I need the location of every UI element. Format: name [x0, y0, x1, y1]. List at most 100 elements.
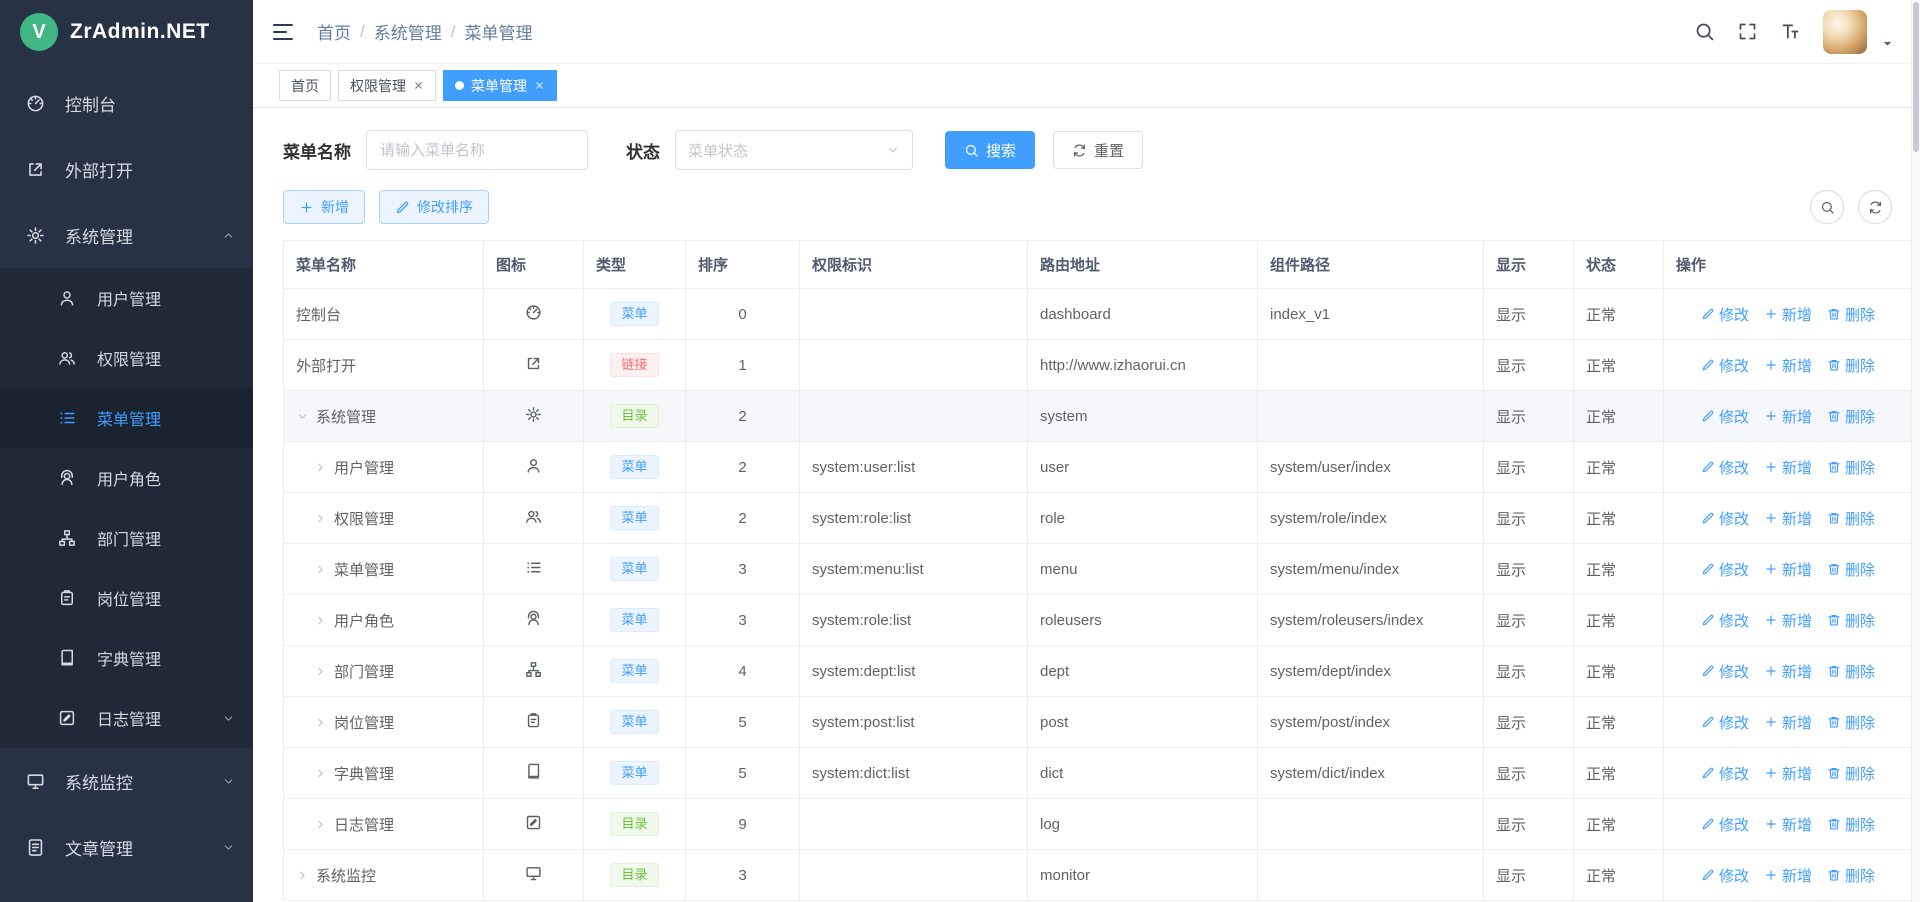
table-row[interactable]: 系统管理目录2system显示正常修改新增删除 [284, 391, 1913, 442]
sidebar-item[interactable]: 外部打开 [0, 136, 253, 202]
plus-icon [1764, 562, 1778, 576]
breadcrumb-item[interactable]: 系统管理 [374, 19, 442, 44]
sidebar-item[interactable]: 部门管理 [0, 508, 253, 568]
chevron-right-icon[interactable] [314, 818, 327, 831]
menu-name: 用户管理 [334, 460, 394, 477]
delete-link[interactable]: 删除 [1827, 661, 1875, 682]
delete-link[interactable]: 删除 [1827, 508, 1875, 529]
edit-link[interactable]: 修改 [1701, 508, 1749, 529]
edit-link[interactable]: 修改 [1701, 865, 1749, 886]
add-link[interactable]: 新增 [1764, 457, 1812, 478]
add-link[interactable]: 新增 [1764, 763, 1812, 784]
delete-link[interactable]: 删除 [1827, 406, 1875, 427]
table-row[interactable]: 日志管理目录9log显示正常修改新增删除 [284, 799, 1913, 850]
delete-link[interactable]: 删除 [1827, 610, 1875, 631]
sidebar-item[interactable]: 岗位管理 [0, 568, 253, 628]
edit-link[interactable]: 修改 [1701, 559, 1749, 580]
sidebar-item[interactable]: 文章管理 [0, 814, 253, 880]
delete-link[interactable]: 删除 [1827, 559, 1875, 580]
delete-link[interactable]: 删除 [1827, 865, 1875, 886]
tab[interactable]: 权限管理 [338, 70, 436, 101]
table-row[interactable]: 控制台菜单0dashboardindex_v1显示正常修改新增删除 [284, 289, 1913, 340]
edit-link[interactable]: 修改 [1701, 763, 1749, 784]
status-cell: 正常 [1574, 697, 1664, 748]
table-row[interactable]: 字典管理菜单5system:dict:listdictsystem/dict/i… [284, 748, 1913, 799]
sidebar-item[interactable]: 权限管理 [0, 328, 253, 388]
table-row[interactable]: 岗位管理菜单5system:post:listpostsystem/post/i… [284, 697, 1913, 748]
font-size-icon[interactable] [1780, 21, 1801, 42]
add-link[interactable]: 新增 [1764, 304, 1812, 325]
add-link[interactable]: 新增 [1764, 865, 1812, 886]
sidebar-item-label: 字典管理 [97, 646, 161, 670]
tab-close-icon[interactable] [534, 80, 545, 91]
delete-link[interactable]: 删除 [1827, 712, 1875, 733]
add-link[interactable]: 新增 [1764, 406, 1812, 427]
menu-name-cell: 字典管理 [284, 748, 484, 799]
user-menu-caret-icon[interactable] [1881, 37, 1894, 50]
add-link[interactable]: 新增 [1764, 508, 1812, 529]
table-row[interactable]: 部门管理菜单4system:dept:listdeptsystem/dept/i… [284, 646, 1913, 697]
sidebar-item[interactable]: 日志管理 [0, 688, 253, 748]
menu-name-input[interactable] [366, 130, 588, 170]
breadcrumb-item[interactable]: 首页 [317, 19, 351, 44]
edit-link[interactable]: 修改 [1701, 661, 1749, 682]
table-row[interactable]: 菜单管理菜单3system:menu:listmenusystem/menu/i… [284, 544, 1913, 595]
header-search-icon[interactable] [1694, 21, 1715, 42]
fullscreen-icon[interactable] [1737, 21, 1758, 42]
chevron-down-icon[interactable] [296, 410, 309, 423]
edit-link[interactable]: 修改 [1701, 304, 1749, 325]
table-row[interactable]: 用户管理菜单2system:user:listusersystem/user/i… [284, 442, 1913, 493]
chevron-right-icon[interactable] [296, 869, 309, 882]
search-button[interactable]: 搜索 [945, 131, 1035, 169]
delete-link[interactable]: 删除 [1827, 457, 1875, 478]
chevron-right-icon[interactable] [314, 665, 327, 678]
sidebar-item[interactable]: 菜单管理 [0, 388, 253, 448]
add-button[interactable]: 新增 [283, 190, 365, 224]
menu-toggle-icon[interactable] [271, 20, 295, 44]
delete-link[interactable]: 删除 [1827, 763, 1875, 784]
add-link[interactable]: 新增 [1764, 814, 1812, 835]
table-search-button[interactable] [1810, 190, 1844, 224]
edit-link[interactable]: 修改 [1701, 457, 1749, 478]
table-row[interactable]: 用户角色菜单3system:role:listroleuserssystem/r… [284, 595, 1913, 646]
delete-link[interactable]: 删除 [1827, 304, 1875, 325]
edit-link[interactable]: 修改 [1701, 406, 1749, 427]
add-link[interactable]: 新增 [1764, 559, 1812, 580]
order-cell: 4 [686, 646, 800, 697]
sidebar-item[interactable]: 用户管理 [0, 268, 253, 328]
sidebar-item[interactable]: 用户角色 [0, 448, 253, 508]
chevron-right-icon[interactable] [314, 512, 327, 525]
sidebar-item[interactable]: 字典管理 [0, 628, 253, 688]
menu-name-cell: 部门管理 [284, 646, 484, 697]
add-link[interactable]: 新增 [1764, 661, 1812, 682]
add-link[interactable]: 新增 [1764, 712, 1812, 733]
edit-link[interactable]: 修改 [1701, 712, 1749, 733]
chevron-right-icon[interactable] [314, 563, 327, 576]
table-row[interactable]: 系统监控目录3monitor显示正常修改新增删除 [284, 850, 1913, 901]
tab[interactable]: 菜单管理 [443, 70, 557, 101]
add-link[interactable]: 新增 [1764, 355, 1812, 376]
chevron-right-icon[interactable] [314, 767, 327, 780]
chevron-right-icon[interactable] [314, 614, 327, 627]
chevron-right-icon[interactable] [314, 461, 327, 474]
table-row[interactable]: 外部打开链接1http://www.izhaorui.cn显示正常修改新增删除 [284, 340, 1913, 391]
table-refresh-button[interactable] [1858, 190, 1892, 224]
table-row[interactable]: 权限管理菜单2system:role:listrolesystem/role/i… [284, 493, 1913, 544]
scrollbar-thumb[interactable] [1913, 2, 1919, 152]
tab-close-icon[interactable] [413, 80, 424, 91]
delete-link[interactable]: 删除 [1827, 355, 1875, 376]
edit-link[interactable]: 修改 [1701, 355, 1749, 376]
edit-link[interactable]: 修改 [1701, 610, 1749, 631]
status-select[interactable]: 菜单状态 [675, 130, 913, 170]
sidebar-item[interactable]: 系统管理 [0, 202, 253, 268]
sort-button[interactable]: 修改排序 [379, 190, 489, 224]
reset-button[interactable]: 重置 [1053, 131, 1143, 169]
add-link[interactable]: 新增 [1764, 610, 1812, 631]
edit-link[interactable]: 修改 [1701, 814, 1749, 835]
sidebar-item[interactable]: 控制台 [0, 70, 253, 136]
tab[interactable]: 首页 [279, 70, 331, 101]
delete-link[interactable]: 删除 [1827, 814, 1875, 835]
avatar[interactable] [1823, 10, 1867, 54]
chevron-right-icon[interactable] [314, 716, 327, 729]
sidebar-item[interactable]: 系统监控 [0, 748, 253, 814]
